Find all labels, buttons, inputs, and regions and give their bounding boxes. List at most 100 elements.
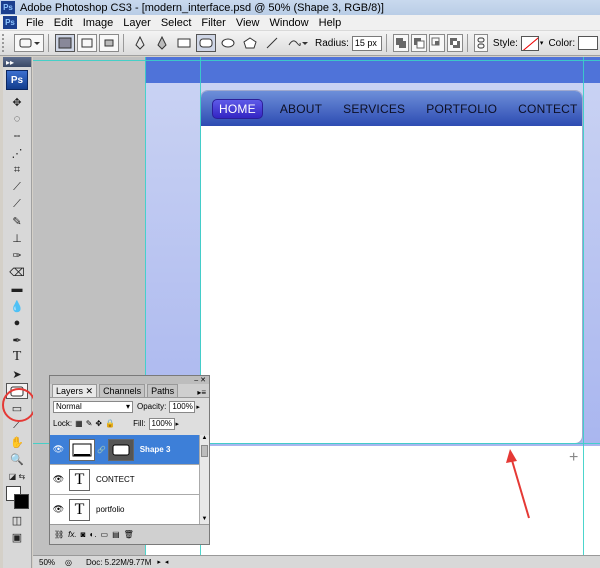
history-brush-tool-icon[interactable]: ✑ [6, 247, 28, 263]
menu-filter[interactable]: Filter [196, 15, 230, 31]
guide-vertical[interactable] [583, 57, 584, 555]
combine-shape-button[interactable] [392, 34, 409, 52]
menu-image[interactable]: Image [78, 15, 119, 31]
layer-row-portfolio[interactable]: 👁 T portfolio [50, 495, 200, 524]
layer-row-contect[interactable]: 👁 T CONTECT [50, 465, 200, 495]
healing-brush-tool-icon[interactable]: ⟋ [6, 196, 28, 212]
gradient-tool-icon[interactable]: ▬ [6, 281, 28, 297]
marquee-tool-icon[interactable]: ◌ [6, 111, 28, 127]
lock-image-icon[interactable]: ✎ [86, 419, 93, 428]
opacity-slider-arrow-icon[interactable]: ▸ [196, 403, 200, 411]
line-option[interactable] [262, 34, 282, 52]
layers-panel-header[interactable]: – ✕ [50, 376, 209, 384]
status-menu-arrow-icon[interactable]: ▸ [157, 558, 161, 566]
screen-mode-icon[interactable]: ▣ [6, 529, 28, 545]
default-colors-icon[interactable]: ◪ ⇆ [6, 468, 28, 484]
tab-channels[interactable]: Channels [99, 384, 146, 397]
brush-tool-icon[interactable]: ✎ [6, 213, 28, 229]
layer-row-shape-3[interactable]: 👁 🔗 Shape 3 [50, 435, 200, 465]
nav-contect[interactable]: CONTECT [518, 102, 577, 116]
rounded-rectangle-option[interactable] [196, 34, 216, 52]
panel-menu-icon[interactable]: ▸≡ [197, 388, 206, 397]
status-info-icon[interactable]: ◎ [65, 558, 72, 567]
pen-tool-option[interactable] [130, 34, 150, 52]
dodge-tool-icon[interactable]: ● [6, 315, 28, 331]
style-picker[interactable] [520, 35, 539, 51]
menu-view[interactable]: View [231, 15, 265, 31]
adjustment-layer-icon[interactable]: ◐. [89, 530, 96, 539]
crop-tool-icon[interactable]: ⌗ [6, 162, 28, 178]
freeform-pen-option[interactable] [152, 34, 172, 52]
menu-select[interactable]: Select [156, 15, 197, 31]
radius-input[interactable]: 15 px [351, 35, 382, 51]
tab-paths[interactable]: Paths [147, 384, 179, 397]
layer-style-fx-icon[interactable]: fx. [68, 530, 76, 539]
path-selection-tool-icon[interactable]: ➤ [6, 366, 28, 382]
opacity-input[interactable]: 100% [169, 400, 196, 413]
new-layer-icon[interactable]: ▤ [112, 530, 120, 539]
link-layer-style-button[interactable] [473, 34, 488, 52]
nav-services[interactable]: SERVICES [343, 102, 405, 116]
tab-layers[interactable]: Layers ✕ [52, 384, 98, 397]
eraser-tool-icon[interactable]: ⌫ [6, 264, 28, 280]
menu-window[interactable]: Window [265, 15, 314, 31]
delete-layer-icon[interactable]: 🗑 [124, 530, 134, 539]
zoom-level[interactable]: 50% [39, 558, 55, 567]
scroll-left-icon[interactable]: ◂ [165, 558, 169, 566]
link-icon[interactable]: 🔗 [97, 446, 106, 454]
pen-tool-icon[interactable]: ✒ [6, 332, 28, 348]
photoshop-logo[interactable]: Ps [6, 70, 28, 90]
style-dropdown-arrow-icon[interactable]: ▾ [540, 39, 544, 47]
ellipse-option[interactable] [218, 34, 238, 52]
layer-name[interactable]: portfolio [96, 505, 124, 514]
fill-pixels-button[interactable] [99, 34, 119, 52]
tool-preset-picker[interactable] [14, 34, 44, 52]
scrollbar-thumb[interactable] [201, 445, 208, 457]
eye-icon[interactable]: 👁 [50, 474, 67, 485]
rectangle-option[interactable] [174, 34, 194, 52]
eye-icon[interactable]: 👁 [50, 444, 67, 455]
intersect-shape-button[interactable] [428, 34, 445, 52]
new-group-icon[interactable]: ▭ [101, 530, 109, 539]
nav-home[interactable]: HOME [212, 98, 263, 119]
quick-mask-icon[interactable]: ◫ [6, 512, 28, 528]
eye-icon[interactable]: 👁 [50, 504, 67, 515]
menu-layer[interactable]: Layer [118, 15, 156, 31]
magic-wand-tool-icon[interactable]: ⋰ [6, 145, 28, 161]
tools-panel-header[interactable]: ▸▸ [3, 57, 31, 67]
photoshop-menu-icon[interactable]: Ps [3, 16, 17, 29]
nav-about[interactable]: ABOUT [280, 102, 322, 116]
shape-layers-button[interactable] [55, 34, 75, 52]
link-layers-icon[interactable]: ⛓ [54, 530, 64, 539]
clone-stamp-tool-icon[interactable]: ⊥ [6, 230, 28, 246]
polygon-option[interactable] [240, 34, 260, 52]
lock-position-icon[interactable]: ✥ [95, 419, 102, 428]
subtract-shape-button[interactable] [410, 34, 427, 52]
custom-shape-option[interactable] [284, 34, 310, 52]
fill-input[interactable]: 100% [148, 417, 175, 430]
paths-button[interactable] [77, 34, 97, 52]
color-picker-swatches[interactable] [5, 485, 29, 511]
menu-edit[interactable]: Edit [49, 15, 78, 31]
lock-all-icon[interactable]: 🔒 [105, 419, 115, 428]
type-tool-icon[interactable]: T [6, 349, 28, 365]
content-panel-shape[interactable]: HOME ABOUT SERVICES PORTFOLIO CONTECT [200, 90, 583, 444]
options-bar-grip[interactable] [2, 34, 12, 52]
menu-help[interactable]: Help [314, 15, 347, 31]
layer-name[interactable]: CONTECT [96, 475, 135, 484]
blur-tool-icon[interactable]: 💧 [6, 298, 28, 314]
move-tool-icon[interactable]: ✥ [6, 94, 28, 110]
fill-slider-arrow-icon[interactable]: ▸ [176, 420, 180, 428]
slice-tool-icon[interactable]: ⟋ [6, 179, 28, 195]
background-color-swatch[interactable] [14, 494, 29, 509]
blend-mode-select[interactable]: Normal ▾ [53, 400, 133, 413]
layer-name[interactable]: Shape 3 [140, 445, 171, 454]
nav-portfolio[interactable]: PORTFOLIO [426, 102, 497, 116]
exclude-shape-button[interactable] [446, 34, 463, 52]
zoom-tool-icon[interactable]: 🔍 [6, 451, 28, 467]
guide-horizontal[interactable] [33, 60, 600, 61]
add-mask-icon[interactable]: ◙ [81, 530, 86, 539]
lock-transparent-icon[interactable]: ▦ [75, 419, 83, 428]
hand-tool-icon[interactable]: ✋ [6, 434, 28, 450]
lasso-tool-icon[interactable]: ⵧ [6, 128, 28, 144]
